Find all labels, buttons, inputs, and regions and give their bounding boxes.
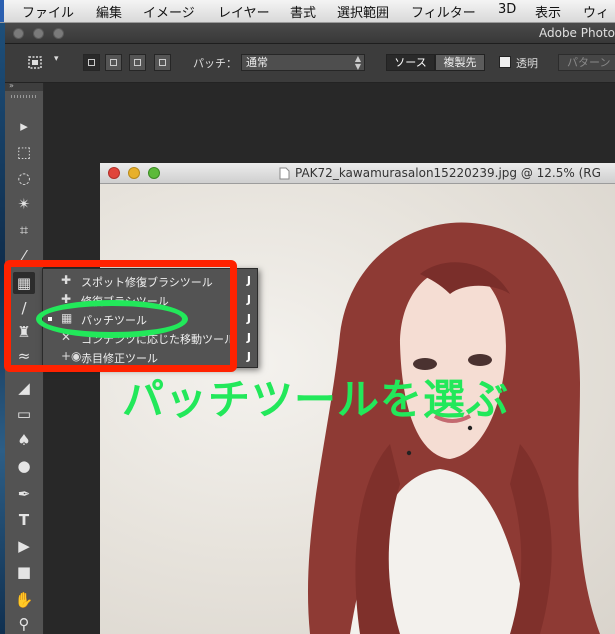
menu-3d[interactable]: 3D	[498, 2, 516, 17]
document-title: PAK72_kawamurasalon15220239.jpg @ 12.5% …	[295, 166, 601, 180]
shortcut-key: J	[246, 293, 251, 306]
subtract-selection-button[interactable]	[129, 54, 146, 71]
marquee-icon[interactable]: ⬚	[13, 141, 35, 163]
shortcut-key: J	[246, 331, 251, 344]
new-selection-button[interactable]	[83, 54, 100, 71]
green-highlight-ellipse	[36, 300, 188, 338]
hand-icon[interactable]: ✋	[13, 589, 35, 611]
patch-mode-value: 通常	[246, 56, 268, 69]
menu-file[interactable]: ファイル	[22, 2, 74, 21]
blur-icon[interactable]: ♠	[13, 429, 35, 451]
lasso-icon[interactable]: ◌	[13, 167, 35, 189]
document-file-icon	[279, 167, 290, 180]
zoom-button[interactable]	[53, 28, 64, 39]
apple-menu-edge[interactable]	[0, 0, 4, 22]
doc-close-button[interactable]	[108, 167, 120, 179]
pen-icon[interactable]: ✒	[13, 483, 35, 505]
transparent-label: 透明	[516, 57, 538, 70]
menu-edit[interactable]: 編集	[96, 2, 122, 21]
window-titlebar: Adobe Photo	[5, 23, 615, 44]
transparent-checkbox[interactable]	[499, 56, 511, 68]
rectangle-icon[interactable]: ■	[13, 561, 35, 583]
source-toggle[interactable]: ソース	[386, 54, 435, 71]
menu-layer[interactable]: レイヤー	[218, 2, 270, 21]
zoom-icon[interactable]: ⚲	[13, 613, 35, 634]
menu-view[interactable]: 表示	[535, 2, 561, 21]
window-title: Adobe Photo	[538, 26, 615, 40]
menu-select[interactable]: 選択範囲	[337, 2, 389, 21]
annotation-caption: パッチツールを選ぶ	[122, 375, 510, 424]
patch-tool-preset-icon[interactable]	[27, 55, 45, 71]
gradient-icon[interactable]: ▭	[13, 403, 35, 425]
select-arrows-icon: ▲ ▼	[354, 54, 361, 71]
minimize-button[interactable]	[33, 28, 44, 39]
add-selection-button[interactable]	[105, 54, 122, 71]
panel-grip[interactable]	[11, 95, 37, 98]
pattern-button[interactable]: パターン	[558, 54, 615, 71]
collapse-icon[interactable]: »	[9, 81, 14, 90]
menu-type[interactable]: 書式	[290, 2, 316, 21]
doc-zoom-button[interactable]	[148, 167, 160, 179]
type-icon[interactable]: T	[13, 509, 35, 531]
shortcut-key: J	[246, 350, 251, 363]
close-button[interactable]	[13, 28, 24, 39]
patch-mode-label: パッチ：	[193, 57, 237, 70]
shortcut-key: J	[246, 312, 251, 325]
menu-filter[interactable]: フィルター	[411, 2, 476, 21]
crop-icon[interactable]: ⌗	[13, 219, 35, 241]
path-selection-icon[interactable]: ▶	[13, 535, 35, 557]
intersect-selection-button[interactable]	[154, 54, 171, 71]
dodge-icon[interactable]: ●	[13, 455, 35, 477]
tools-panel-header[interactable]: »	[5, 81, 43, 91]
document-titlebar: PAK72_kawamurasalon15220239.jpg @ 12.5% …	[100, 163, 615, 184]
preset-dropdown-icon[interactable]: ▾	[54, 54, 59, 64]
options-bar: ▾ パッチ： 通常 ▲ ▼ ソース 複製先 透明 パターン	[5, 44, 615, 83]
eraser-icon[interactable]: ◢	[13, 377, 35, 399]
menu-image[interactable]: イメージ	[143, 2, 195, 21]
doc-minimize-button[interactable]	[128, 167, 140, 179]
magic-wand-icon[interactable]: ✴	[13, 193, 35, 215]
shortcut-key: J	[246, 274, 251, 287]
menu-bar: ファイル 編集 イメージ レイヤー 書式 選択範囲 フィルター 3D 表示 ウィ	[0, 0, 615, 23]
destination-toggle[interactable]: 複製先	[435, 54, 485, 71]
patch-mode-select[interactable]: 通常 ▲ ▼	[241, 54, 365, 71]
move-icon[interactable]: ▸	[13, 115, 35, 137]
menu-window[interactable]: ウィ	[583, 2, 609, 21]
